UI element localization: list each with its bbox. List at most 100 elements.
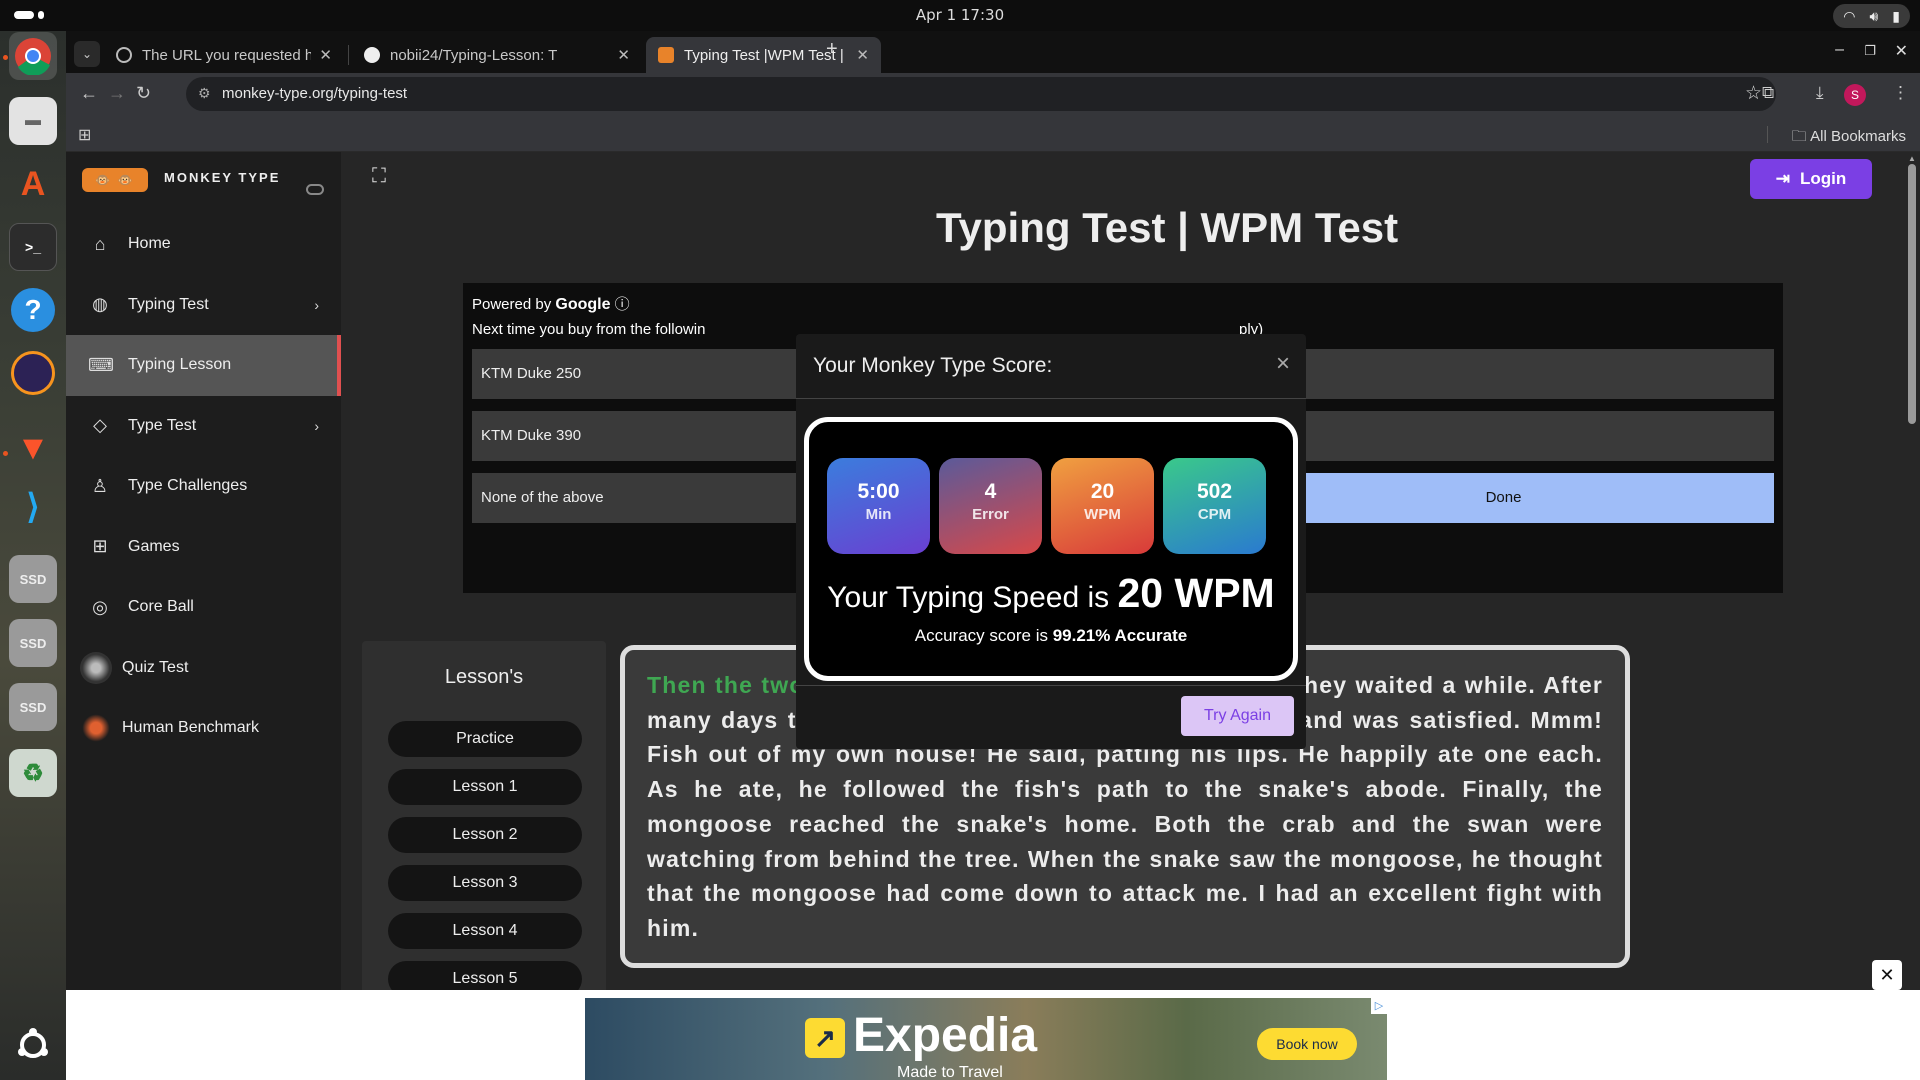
tab-search-button[interactable]: ⌄	[74, 41, 100, 67]
expedia-logo-icon: ↗	[805, 1018, 845, 1058]
stat-time: 5:00 Min	[827, 458, 930, 554]
download-icon[interactable]: ⤓	[1816, 83, 1824, 103]
monkey-type-favicon-icon	[658, 47, 674, 63]
tab-url-requested[interactable]: The URL you requested h ✕	[104, 37, 344, 73]
profile-avatar[interactable]: S	[1844, 84, 1866, 106]
survey-option[interactable]: KTM Duke 250	[472, 349, 832, 399]
trash-icon[interactable]: ♻	[9, 749, 57, 797]
chrome-icon[interactable]	[9, 32, 57, 80]
ubuntu-logo-icon[interactable]	[9, 1021, 57, 1069]
reload-icon[interactable]: ↻	[136, 83, 151, 104]
survey-option[interactable]: 400	[1233, 349, 1774, 399]
sidebar-item-label: Games	[128, 537, 180, 555]
tab-title: nobii24/Typing-Lesson: T	[390, 46, 558, 64]
lessons-heading: Lesson's	[444, 666, 524, 688]
all-bookmarks-label: All Bookmarks	[1810, 128, 1906, 145]
lesson-2-button[interactable]: Lesson 2	[388, 817, 582, 853]
apps-grid-icon[interactable]: ⊞	[78, 125, 91, 145]
close-icon[interactable]: ✕	[856, 46, 869, 64]
target-icon: ◎	[92, 596, 108, 617]
lesson-1-button[interactable]: Lesson 1	[388, 769, 582, 805]
tab-github-repo[interactable]: nobii24/Typing-Lesson: T ✕	[352, 37, 642, 73]
brave-icon[interactable]: ▼	[9, 424, 57, 472]
grid-icon: ⊞	[92, 536, 108, 557]
tab-title: The URL you requested h	[142, 46, 312, 64]
sidebar-item-typing-lesson[interactable]: ⌨ Typing Lesson	[66, 335, 341, 396]
try-again-button[interactable]: Try Again	[1181, 696, 1294, 736]
browser-window-chrome: ⌄ The URL you requested h ✕ nobii24/Typi…	[66, 31, 1920, 152]
book-now-button[interactable]: Book now	[1257, 1028, 1357, 1060]
login-icon: ⇥	[1775, 169, 1790, 188]
software-center-icon[interactable]: A	[9, 160, 57, 208]
forward-icon[interactable]: →	[108, 83, 126, 104]
eclipse-icon[interactable]	[9, 349, 57, 397]
lesson-practice-button[interactable]: Practice	[388, 721, 582, 757]
sidebar-item-type-challenges[interactable]: ♙ Type Challenges	[66, 456, 341, 517]
github-icon: ◍	[92, 294, 108, 315]
browser-toolbar: ← → ↻ ⚙ monkey-type.org/typing-test ☆ ⧉ …	[66, 73, 1920, 117]
monkey-type-logo[interactable]: 🐵 🐵	[82, 168, 148, 192]
sidebar-item-type-test[interactable]: ◇ Type Test ›	[66, 396, 341, 457]
close-icon[interactable]: ×	[1276, 350, 1290, 378]
fullscreen-icon[interactable]: ⛶	[372, 166, 392, 186]
survey-option[interactable]: None of the above	[472, 473, 832, 523]
sidebar-item-typing-test[interactable]: ◍ Typing Test ›	[66, 275, 341, 336]
address-url: monkey-type.org/typing-test	[222, 85, 408, 102]
tab-typing-test[interactable]: Typing Test |WPM Test | ✕	[646, 37, 881, 73]
adchoices-icon[interactable]: ▷	[1371, 998, 1387, 1014]
terminal-icon[interactable]: >_	[9, 223, 57, 271]
close-window-icon[interactable]: ✕	[1895, 41, 1908, 61]
powered-by: Powered by Google ⓘ	[472, 293, 630, 314]
page-title: Typing Test | WPM Test	[936, 204, 1399, 251]
vscode-icon[interactable]: ⟩	[9, 483, 57, 531]
back-icon[interactable]: ←	[80, 83, 98, 104]
ssd-drive-icon[interactable]: SSD	[9, 555, 57, 603]
sidebar-item-quiz-test[interactable]: Quiz Test	[66, 638, 341, 699]
system-top-bar: Apr 1 17:30 ◠ 🔊︎ ▮	[0, 0, 1920, 31]
info-icon[interactable]: ⓘ	[615, 296, 630, 313]
sidebar-item-human-benchmark[interactable]: Human Benchmark	[66, 698, 341, 759]
close-icon[interactable]: ✕	[617, 46, 630, 64]
page-scrollbar[interactable]	[1908, 164, 1916, 424]
bookmarks-bar: ⊞ 🗀 All Bookmarks	[66, 117, 1920, 152]
expedia-ad[interactable]: ↗ Expedia Made to Travel Book now ▷	[585, 998, 1387, 1080]
sidebar-item-games[interactable]: ⊞ Games	[66, 517, 341, 578]
files-icon[interactable]: ▬	[9, 97, 57, 145]
ssd-drive-icon[interactable]: SSD	[9, 683, 57, 731]
scroll-up-arrow[interactable]: ▲	[1908, 154, 1916, 163]
help-icon[interactable]: ?	[9, 286, 57, 334]
menu-icon[interactable]: ⋮	[1892, 83, 1909, 103]
sidebar-item-home[interactable]: ⌂ Home	[66, 214, 341, 275]
extensions-icon[interactable]: ⧉	[1762, 83, 1774, 103]
lesson-3-button[interactable]: Lesson 3	[388, 865, 582, 901]
system-clock[interactable]: Apr 1 17:30	[0, 6, 1920, 24]
sidebar-item-core-ball[interactable]: ◎ Core Ball	[66, 577, 341, 638]
survey-option[interactable]: R 310	[1233, 411, 1774, 461]
minimize-icon[interactable]: –	[1835, 41, 1844, 59]
lesson-4-button[interactable]: Lesson 4	[388, 913, 582, 949]
bookmark-star-icon[interactable]: ☆	[1745, 82, 1762, 105]
close-icon[interactable]: ✕	[319, 46, 332, 64]
login-button[interactable]: ⇥ Login	[1750, 159, 1872, 199]
tab-title: Typing Test |WPM Test |	[684, 46, 844, 64]
sidebar-nav: ⌂ Home ◍ Typing Test › ⌨ Typing Lesson ◇ Type…	[66, 214, 341, 759]
sidebar-item-label: Type Challenges	[128, 477, 248, 495]
stat-label: Error	[972, 506, 1009, 523]
survey-option[interactable]: KTM Duke 390	[472, 411, 832, 461]
ssd-drive-icon[interactable]: SSD	[9, 619, 57, 667]
chevron-right-icon: ›	[314, 296, 319, 313]
ad-brand: Expedia	[853, 1009, 1038, 1062]
system-tray[interactable]: ◠ 🔊︎ ▮	[1833, 4, 1910, 28]
stat-label: Min	[865, 506, 892, 523]
ad-tagline: Made to Travel	[897, 1064, 1003, 1080]
address-bar[interactable]: ⚙ monkey-type.org/typing-test ☆	[186, 77, 1776, 111]
theme-toggle[interactable]	[306, 184, 324, 195]
new-tab-icon[interactable]: +	[826, 38, 838, 61]
restore-icon[interactable]: ❐	[1864, 43, 1876, 59]
all-bookmarks-button[interactable]: 🗀 All Bookmarks	[1792, 126, 1906, 151]
close-ad-icon[interactable]: ✕	[1872, 960, 1902, 990]
site-info-icon[interactable]: ⚙	[198, 85, 211, 102]
survey-done-button[interactable]: Done	[1233, 473, 1774, 523]
globe-icon	[116, 47, 132, 63]
avatar-icon	[80, 651, 112, 684]
